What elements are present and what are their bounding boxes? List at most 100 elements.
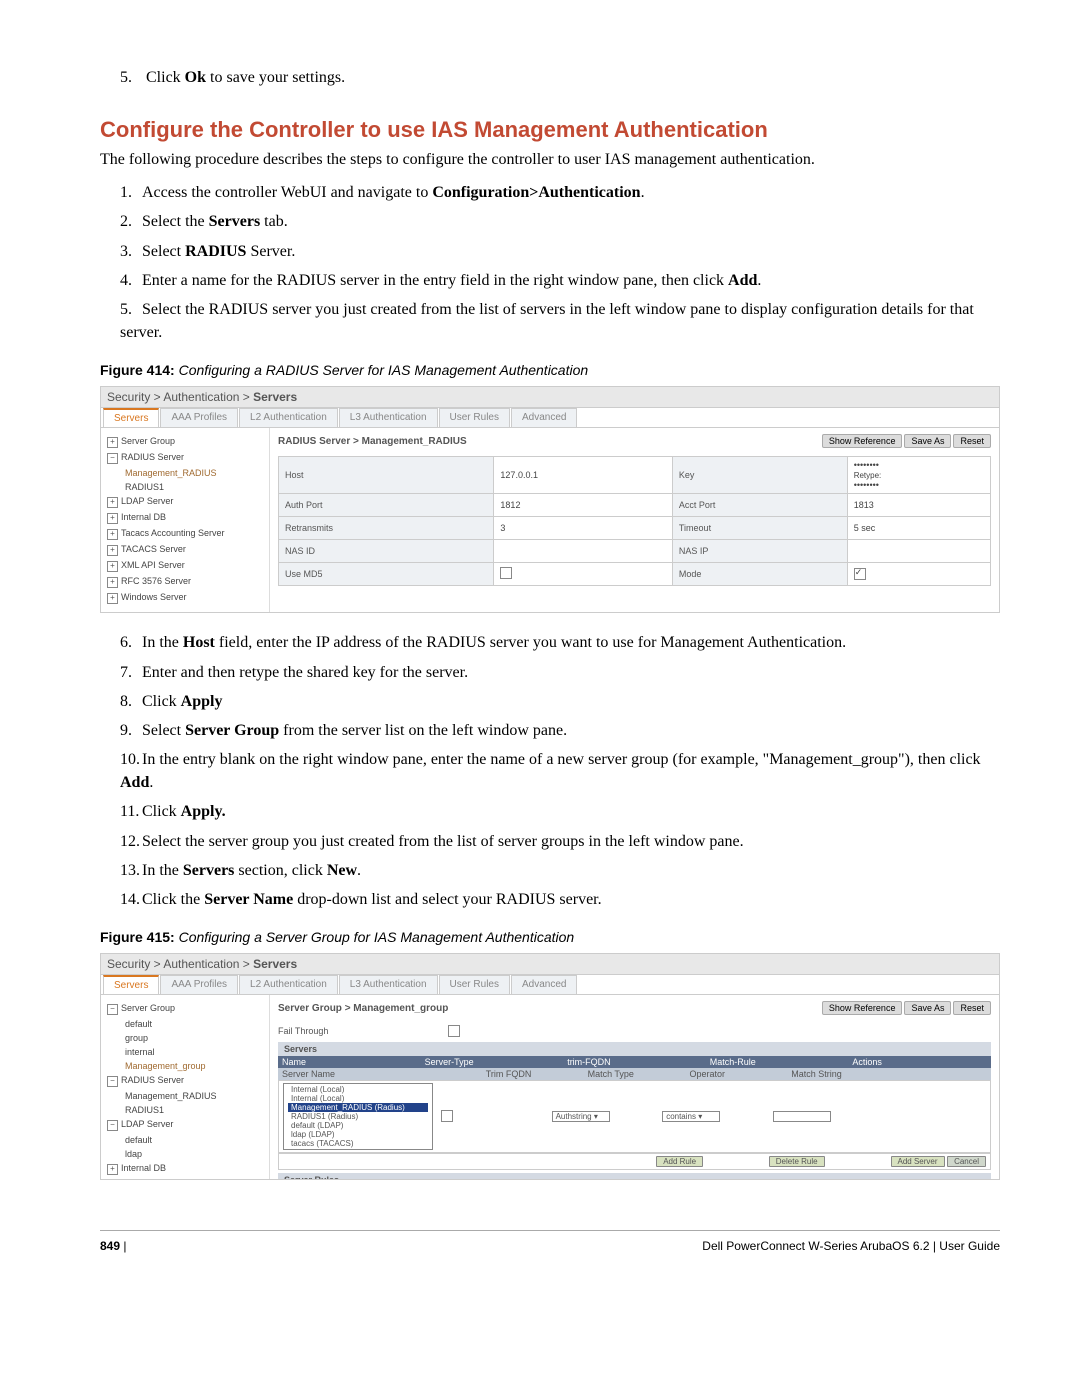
panel-title: Server Group > Management_group [278, 1003, 448, 1014]
tree-item[interactable]: Management_group [105, 1059, 265, 1073]
step-top: 5. Click Ok to save your settings. [120, 66, 1000, 89]
panel-button[interactable]: Show Reference [822, 434, 903, 448]
tree-toggle-icon[interactable]: − [107, 1076, 118, 1087]
panel-button[interactable]: Reset [953, 1001, 991, 1015]
figure-414-caption: Figure 414: Configuring a RADIUS Server … [100, 362, 1000, 378]
tree-item[interactable]: +TACACS Server [105, 542, 265, 558]
checkbox[interactable] [500, 567, 512, 579]
breadcrumb: Security > Authentication > Servers [101, 954, 999, 975]
trim-fqdn-checkbox[interactable] [441, 1110, 453, 1122]
fail-through-checkbox[interactable] [448, 1025, 460, 1037]
tree-item[interactable]: internal [105, 1045, 265, 1059]
tree-item[interactable]: default [105, 1017, 265, 1031]
form-value[interactable] [494, 540, 672, 563]
tree-toggle-icon[interactable]: + [107, 1164, 118, 1175]
tabs: ServersAAA ProfilesL2 AuthenticationL3 A… [101, 975, 999, 995]
listbox-option[interactable]: tacacs (TACACS) [288, 1139, 428, 1148]
list-item: 12.Select the server group you just crea… [120, 830, 1000, 853]
tree-toggle-icon[interactable]: + [107, 513, 118, 524]
listbox-option[interactable]: Internal (Local) [288, 1085, 428, 1094]
panel-button[interactable]: Save As [904, 434, 951, 448]
panel-buttons: Show ReferenceSave AsReset [820, 434, 991, 448]
tab[interactable]: L2 Authentication [239, 975, 338, 994]
listbox-option[interactable]: default (LDAP) [288, 1121, 428, 1130]
tree-toggle-icon[interactable]: − [107, 453, 118, 464]
tree-item[interactable]: Management_RADIUS [105, 1089, 265, 1103]
servers-header: Servers [278, 1042, 991, 1056]
tab[interactable]: Advanced [511, 408, 577, 427]
tab[interactable]: Advanced [511, 975, 577, 994]
server-name-listbox[interactable]: Internal (Local)Internal (Local)Manageme… [283, 1083, 433, 1150]
tab[interactable]: L2 Authentication [239, 408, 338, 427]
tab[interactable]: L3 Authentication [339, 975, 438, 994]
panel-button[interactable]: Show Reference [822, 1001, 903, 1015]
tree-item[interactable]: +LDAP Server [105, 494, 265, 510]
tree-item[interactable]: −Server Group [105, 1001, 265, 1017]
tab[interactable]: User Rules [439, 408, 510, 427]
tree-item[interactable]: Management_RADIUS [105, 466, 265, 480]
tab[interactable]: L3 Authentication [339, 408, 438, 427]
tree-item[interactable]: +Server Group [105, 434, 265, 450]
listbox-option[interactable]: RADIUS1 (Radius) [288, 1112, 428, 1121]
listbox-option[interactable]: Management_RADIUS (Radius) [288, 1103, 428, 1112]
server-rules-header: Server Rules [278, 1173, 991, 1180]
add-server-button[interactable]: Add Server [891, 1156, 945, 1167]
form-value[interactable]: 3 [494, 517, 672, 540]
tree-toggle-icon[interactable]: + [107, 437, 118, 448]
list-item: 13.In the Servers section, click New. [120, 859, 1000, 882]
tree-item[interactable]: +RFC 3576 Server [105, 574, 265, 590]
add-rule-button[interactable]: Add Rule [656, 1156, 703, 1167]
tree-toggle-icon[interactable]: + [107, 593, 118, 604]
tree-item[interactable]: +Internal DB [105, 1161, 265, 1177]
cancel-button[interactable]: Cancel [947, 1156, 986, 1167]
form-value[interactable]: 1813 [847, 494, 990, 517]
tree-toggle-icon[interactable]: + [107, 497, 118, 508]
form-value[interactable]: 127.0.0.1 [494, 457, 672, 494]
match-type-select[interactable]: Authstring [552, 1111, 610, 1122]
list-item: 7.Enter and then retype the shared key f… [120, 661, 1000, 684]
operator-select[interactable]: contains [662, 1111, 720, 1122]
form-value[interactable]: 5 sec [847, 517, 990, 540]
breadcrumb: Security > Authentication > Servers [101, 387, 999, 408]
panel-button[interactable]: Reset [953, 434, 991, 448]
tree-item[interactable]: group [105, 1031, 265, 1045]
tree-toggle-icon[interactable]: + [107, 561, 118, 572]
section-heading: Configure the Controller to use IAS Mana… [100, 117, 1000, 143]
tree-item[interactable]: +Tacacs Accounting Server [105, 1177, 265, 1180]
tree-item[interactable]: default [105, 1133, 265, 1147]
panel-button[interactable]: Save As [904, 1001, 951, 1015]
list-item: 10.In the entry blank on the right windo… [120, 748, 1000, 794]
form-value[interactable]: 1812 [494, 494, 672, 517]
form-value[interactable] [847, 540, 990, 563]
key-field[interactable]: ••••••••Retype:•••••••• [847, 457, 990, 494]
tree-item[interactable]: +Windows Server [105, 590, 265, 606]
listbox-option[interactable]: ldap (LDAP) [288, 1130, 428, 1139]
tree-item[interactable]: RADIUS1 [105, 1103, 265, 1117]
listbox-option[interactable]: Internal (Local) [288, 1094, 428, 1103]
tree-item[interactable]: −RADIUS Server [105, 1073, 265, 1089]
tab[interactable]: Servers [103, 408, 159, 427]
figure-415-screenshot: Security > Authentication > Servers Serv… [100, 953, 1000, 1180]
panel-buttons: Show ReferenceSave AsReset [820, 1001, 991, 1015]
checkbox[interactable] [854, 568, 866, 580]
delete-rule-button[interactable]: Delete Rule [769, 1156, 825, 1167]
tree-toggle-icon[interactable]: + [107, 529, 118, 540]
list-item: 11.Click Apply. [120, 800, 1000, 823]
tree-item[interactable]: +Tacacs Accounting Server [105, 526, 265, 542]
tree-item[interactable]: ldap [105, 1147, 265, 1161]
tab[interactable]: User Rules [439, 975, 510, 994]
tab[interactable]: AAA Profiles [160, 975, 238, 994]
list-item: 6.In the Host field, enter the IP addres… [120, 631, 1000, 654]
tree-item[interactable]: −LDAP Server [105, 1117, 265, 1133]
tree-item[interactable]: +XML API Server [105, 558, 265, 574]
match-string-input[interactable] [773, 1111, 831, 1122]
tree-toggle-icon[interactable]: + [107, 577, 118, 588]
tree-toggle-icon[interactable]: − [107, 1120, 118, 1131]
tree-item[interactable]: −RADIUS Server [105, 450, 265, 466]
tree-toggle-icon[interactable]: + [107, 545, 118, 556]
tree-toggle-icon[interactable]: − [107, 1004, 118, 1015]
tab[interactable]: Servers [103, 975, 159, 994]
tree-item[interactable]: +Internal DB [105, 510, 265, 526]
tree-item[interactable]: RADIUS1 [105, 480, 265, 494]
tab[interactable]: AAA Profiles [160, 408, 238, 427]
